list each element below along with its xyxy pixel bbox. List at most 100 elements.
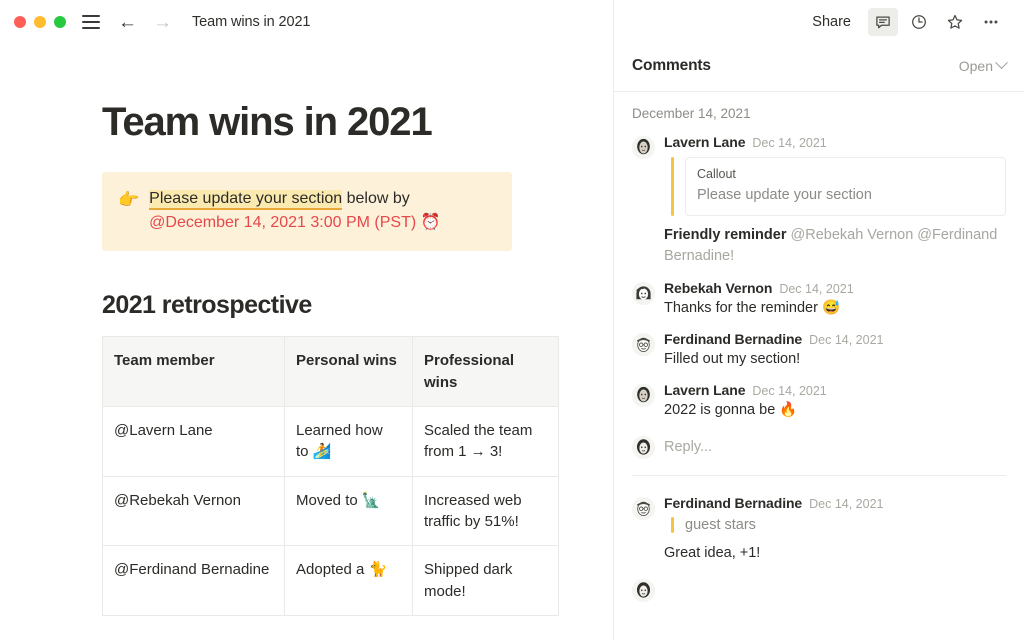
comment-author: Lavern Lane (664, 381, 746, 398)
comment-author: Ferdinand Bernadine (664, 330, 803, 347)
comment-author: Rebekah Vernon (664, 279, 773, 296)
table-header-row: Team member Personal wins Professional w… (102, 336, 559, 408)
breadcrumb[interactable]: Team wins in 2021 (192, 14, 311, 30)
comment-body: Rebekah Vernon Dec 14, 2021 Thanks for t… (664, 280, 1006, 319)
pointing-hand-icon: 👉 (118, 189, 140, 209)
column-header-professional-wins: Professional wins (412, 336, 559, 408)
comments-filter-dropdown[interactable]: Open (958, 56, 1008, 74)
close-window-button[interactable] (14, 16, 26, 28)
comment-text: 2022 is gonna be 🔥 (664, 401, 798, 418)
quoted-block[interactable]: Callout Please update your section (671, 157, 1006, 217)
comments-scroll-area[interactable]: December 14, 2021 Lavern Lane Dec 14, 20… (614, 92, 1024, 640)
quote-card: Callout Please update your section (685, 157, 1006, 217)
comment-text-bold: Friendly reminder (664, 227, 791, 244)
quote-text: Please update your section (697, 187, 872, 203)
avatar (632, 436, 655, 460)
comment-timestamp: Dec 14, 2021 (809, 332, 884, 347)
avatar (632, 579, 655, 603)
comment-text: Filled out my section! (664, 350, 801, 367)
quote-accent-bar (671, 517, 674, 534)
comment-timestamp: Dec 14, 2021 (752, 136, 827, 150)
page-title: Team wins in 2021 (102, 100, 433, 144)
date-separator: December 14, 2021 (632, 106, 751, 121)
cell-professional-win[interactable]: Shipped dark mode! (412, 545, 559, 616)
comment-body: Ferdinand Bernadine Dec 14, 2021 Filled … (664, 331, 1006, 370)
navigation-arrows: ← → (118, 13, 172, 32)
avatar (632, 383, 655, 407)
column-header-team-member: Team member (102, 336, 285, 408)
back-arrow-icon[interactable]: ← (118, 13, 137, 32)
cell-professional-win[interactable]: Increased web traffic by 51%! (412, 475, 559, 547)
share-button[interactable]: Share (804, 9, 859, 35)
reply-row[interactable] (632, 571, 1006, 604)
callout-block[interactable]: 👉 Please update your section below by @D… (102, 171, 512, 252)
comment-header: Lavern Lane Dec 14, 2021 (664, 134, 1006, 150)
ellipsis-icon[interactable] (976, 8, 1006, 36)
comments-title: Comments (632, 56, 711, 74)
traffic-lights (14, 16, 66, 28)
table-row: @Rebekah Vernon Moved to 🗽 Increased web… (102, 475, 559, 547)
comment-bubble-icon[interactable] (868, 8, 898, 36)
document-pane: ← → Team wins in 2021 Team wins in 2021 … (0, 0, 613, 640)
cell-member[interactable]: @Rebekah Vernon (102, 475, 285, 547)
app-window: ← → Team wins in 2021 Team wins in 2021 … (0, 0, 1024, 640)
avatar (632, 497, 655, 521)
comment-timestamp: Dec 14, 2021 (809, 497, 884, 512)
comment-item: Ferdinand Bernadine Dec 14, 2021 Filled … (632, 326, 1006, 377)
quoted-block[interactable]: guest stars (671, 517, 1006, 534)
quote-label: Callout (697, 167, 736, 181)
avatar (632, 281, 655, 305)
callout-text: Please update your section below by @Dec… (149, 187, 496, 236)
comment-author: Lavern Lane (664, 134, 746, 150)
callout-highlighted-text: Please update your section (149, 189, 343, 210)
forward-arrow-icon[interactable]: → (153, 13, 172, 32)
comment-timestamp: Dec 14, 2021 (779, 281, 854, 296)
comment-text: Friendly reminder @Rebekah Vernon @Ferdi… (664, 225, 1006, 267)
minimize-window-button[interactable] (34, 16, 46, 28)
comment-item: Lavern Lane Dec 14, 2021 2022 is gonna b… (632, 377, 1006, 428)
cell-member[interactable]: @Ferdinand Bernadine (102, 545, 285, 616)
comment-header: Rebekah Vernon Dec 14, 2021 (664, 280, 1006, 296)
cell-member[interactable]: @Lavern Lane (102, 406, 285, 477)
comment-author: Ferdinand Bernadine (664, 495, 803, 512)
comment-item: Rebekah Vernon Dec 14, 2021 Thanks for t… (632, 275, 1006, 326)
comment-body: Lavern Lane Dec 14, 2021 2022 is gonna b… (664, 382, 1006, 421)
comment-timestamp: Dec 14, 2021 (752, 383, 827, 398)
comment-thread: Ferdinand Bernadine Dec 14, 2021 guest s… (632, 475, 1006, 614)
panel-toolbar: Share (614, 4, 1024, 40)
avatar (632, 332, 655, 356)
star-icon[interactable] (940, 8, 970, 36)
window-titlebar: ← → Team wins in 2021 (0, 0, 613, 44)
comment-item: Ferdinand Bernadine Dec 14, 2021 guest s… (632, 490, 1006, 571)
alarm-clock-icon: ⏰ (420, 214, 441, 232)
sidebar-toggle-icon[interactable] (82, 15, 100, 29)
reply-row[interactable]: Reply... (632, 428, 1006, 461)
callout-after-text: below by (342, 189, 410, 207)
document-content: Team wins in 2021 👉 Please update your s… (0, 44, 613, 616)
comment-body: Lavern Lane Dec 14, 2021 Callout Please … (664, 134, 1006, 268)
quote-text: guest stars (685, 517, 756, 534)
comment-text: Great idea, +1! (664, 545, 761, 562)
maximize-window-button[interactable] (54, 16, 66, 28)
table-row: @Lavern Lane Learned how to 🏄 Scaled the… (102, 406, 559, 477)
comment-thread: Lavern Lane Dec 14, 2021 Callout Please … (632, 129, 1006, 471)
table-row: @Ferdinand Bernadine Adopted a 🐈 Shipped… (102, 545, 559, 616)
cell-personal-win[interactable]: Moved to 🗽 (284, 475, 413, 547)
clock-icon[interactable] (904, 8, 934, 36)
cell-personal-win[interactable]: Learned how to 🏄 (284, 406, 413, 477)
comment-body: Ferdinand Bernadine Dec 14, 2021 guest s… (664, 495, 1006, 564)
comments-filter-label: Open (958, 57, 993, 74)
comments-panel: Share Comments Open December 14, 2021 La… (613, 0, 1024, 640)
comment-item: Lavern Lane Dec 14, 2021 Callout Please … (632, 129, 1006, 275)
comment-header: Ferdinand Bernadine Dec 14, 2021 (664, 495, 1006, 511)
chevron-down-icon (995, 56, 1008, 70)
cell-professional-win[interactable]: Scaled the team from 1 → 3! (412, 406, 559, 477)
cell-personal-win[interactable]: Adopted a 🐈 (284, 545, 413, 616)
comment-text: Thanks for the reminder 😅 (664, 299, 841, 316)
comment-header: Lavern Lane Dec 14, 2021 (664, 382, 1006, 398)
comment-header: Ferdinand Bernadine Dec 14, 2021 (664, 331, 1006, 347)
quote-accent-bar (671, 157, 674, 217)
callout-date-mention[interactable]: @December 14, 2021 3:00 PM (PST) (149, 214, 416, 231)
avatar (632, 136, 655, 159)
reply-input[interactable]: Reply... (664, 439, 712, 455)
